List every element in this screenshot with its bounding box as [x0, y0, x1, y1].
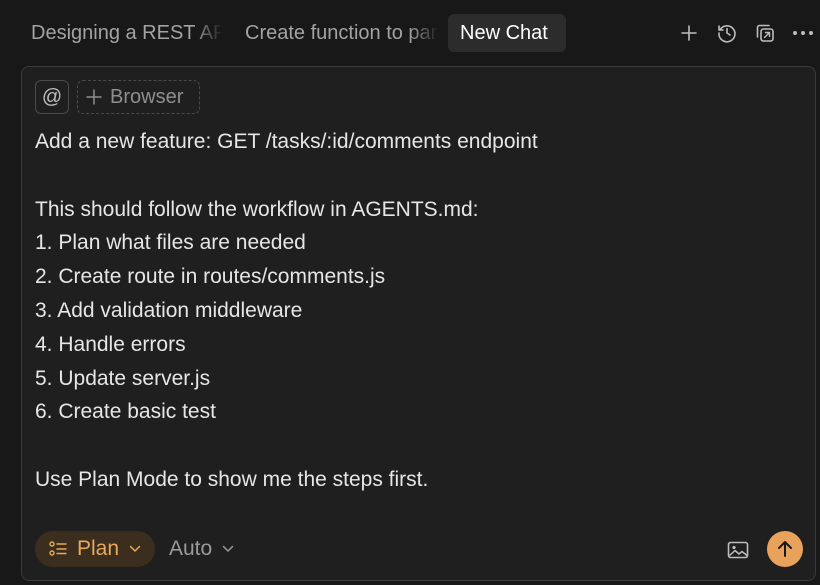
history-icon[interactable]	[714, 20, 740, 46]
chevron-down-icon	[222, 545, 234, 552]
mention-button[interactable]: @	[35, 80, 69, 114]
arrow-up-icon	[778, 541, 792, 557]
tab-label: Create function to parse	[245, 22, 439, 44]
browser-button[interactable]: Browser	[77, 80, 200, 114]
prompt-input[interactable]: Add a new feature: GET /tasks/:id/commen…	[35, 125, 795, 497]
prompt-line: This should follow the workflow in AGENT…	[35, 197, 479, 221]
chat-composer: @ Browser Add a new feature: GET /tasks/…	[21, 66, 816, 581]
tab-label: Designing a REST API	[31, 22, 223, 44]
tab-bar: Designing a REST API Create function to …	[0, 0, 820, 66]
prompt-line: 2. Create route in routes/comments.js	[35, 265, 386, 289]
chevron-down-icon	[129, 545, 141, 552]
prompt-line	[35, 429, 795, 463]
tab-new-chat[interactable]: New Chat	[448, 14, 566, 52]
prompt-line: 5. Update server.js	[35, 366, 211, 390]
at-icon: @	[41, 85, 63, 108]
prompt-line: 3. Add validation middleware	[35, 298, 303, 322]
tab-designing-rest[interactable]: Designing a REST API	[19, 14, 223, 52]
image-icon[interactable]	[725, 537, 751, 563]
send-button[interactable]	[767, 531, 803, 567]
prompt-line: 4. Handle errors	[35, 332, 186, 356]
model-selector[interactable]: Auto	[169, 531, 234, 567]
plus-icon[interactable]	[676, 20, 702, 46]
tab-label: New Chat	[460, 22, 548, 44]
prompt-line: Add a new feature: GET /tasks/:id/commen…	[35, 130, 538, 153]
prompt-line	[35, 159, 795, 193]
prompt-line: 1. Plan what files are needed	[35, 231, 306, 255]
model-label: Auto	[169, 537, 213, 560]
plus-icon	[86, 89, 102, 105]
browser-label: Browser	[110, 85, 184, 108]
mode-label: Plan	[77, 537, 120, 560]
more-icon[interactable]	[790, 20, 816, 46]
copy-icon[interactable]	[752, 20, 778, 46]
checklist-icon	[49, 541, 67, 556]
mode-selector[interactable]: Plan	[35, 531, 155, 567]
prompt-line: Use Plan Mode to show me the steps first…	[35, 467, 429, 491]
tab-create-function[interactable]: Create function to parse	[233, 14, 439, 52]
prompt-line: 6. Create basic test	[35, 400, 216, 424]
